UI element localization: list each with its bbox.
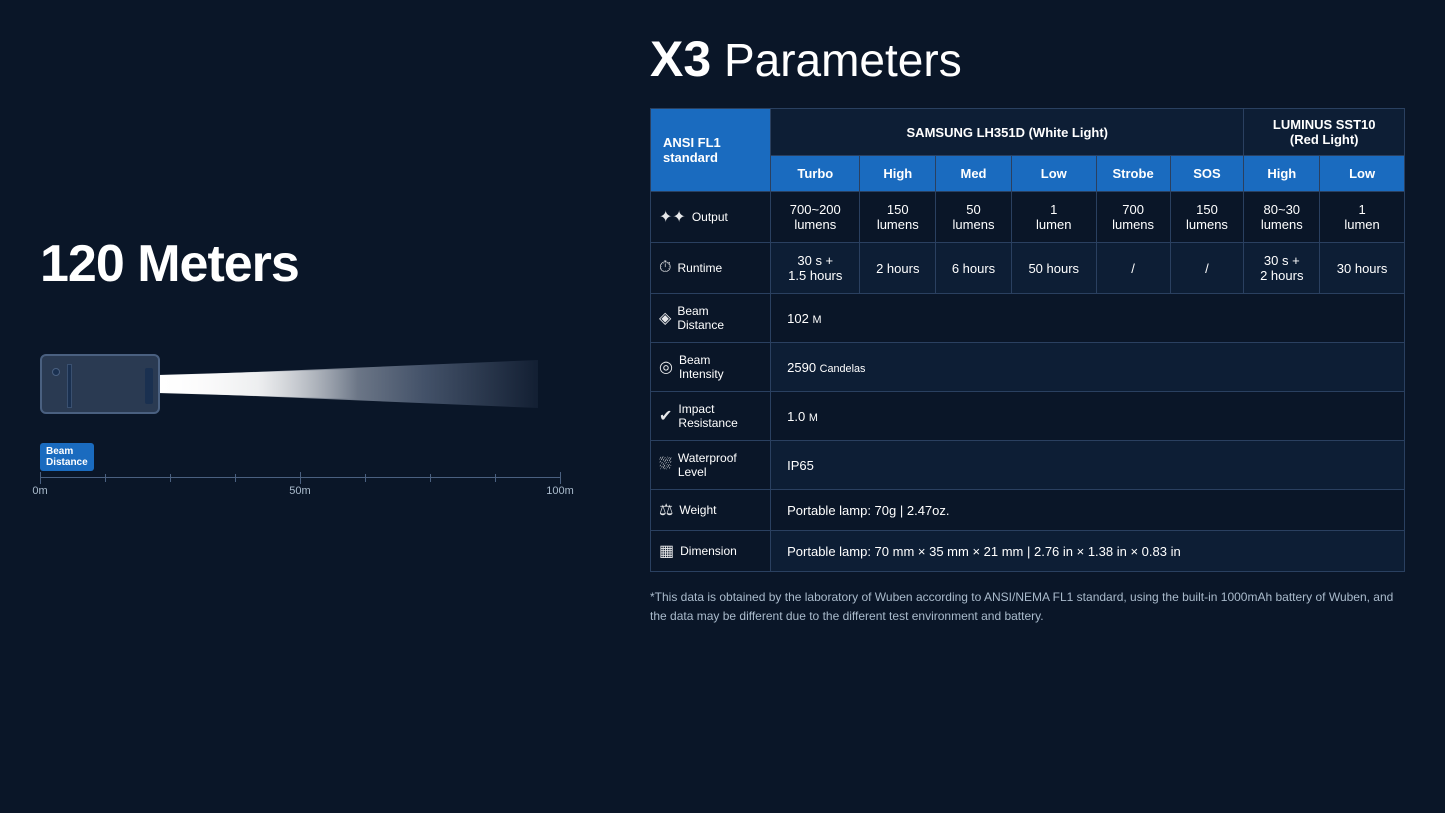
beam-distance-icon: ◈: [659, 308, 671, 328]
header-ansi: ANSI FL1standard: [651, 109, 771, 192]
right-panel: X3 Parameters ANSI FL1standard SAMSUNG L…: [620, 30, 1405, 783]
waterproof-icon: ⛆: [659, 456, 672, 474]
row-output: ✦✦ Output 700~200lumens 150lumens 50lume…: [651, 192, 1405, 243]
beam-core: [158, 354, 358, 414]
label-impact: ✔ ImpactResistance: [651, 392, 771, 441]
runtime-high-white: 2 hours: [860, 243, 936, 294]
beam-intensity-icon: ◎: [659, 357, 673, 377]
output-strobe: 700lumens: [1096, 192, 1170, 243]
runtime-low-red: 30 hours: [1320, 243, 1405, 294]
runtime-high-red: 30 s +2 hours: [1244, 243, 1320, 294]
mode-turbo: Turbo: [771, 156, 860, 192]
output-turbo: 700~200lumens: [771, 192, 860, 243]
mode-med: Med: [936, 156, 1012, 192]
output-low-red: 1lumen: [1320, 192, 1405, 243]
params-table: ANSI FL1standard SAMSUNG LH351D (White L…: [650, 108, 1405, 572]
beam-distance-label-text: BeamDistance: [677, 304, 724, 332]
beam-distance-tag: BeamDistance: [40, 443, 94, 471]
row-beam-intensity: ◎ BeamIntensity 2590 Candelas: [651, 343, 1405, 392]
label-weight: ⚖ Weight: [651, 490, 771, 531]
output-med: 50lumens: [936, 192, 1012, 243]
weight-icon: ⚖: [659, 500, 673, 520]
header-luminus: LUMINUS SST10(Red Light): [1244, 109, 1405, 156]
label-beam-distance: ◈ BeamDistance: [651, 294, 771, 343]
label-output: ✦✦ Output: [651, 192, 771, 243]
label-beam-intensity: ◎ BeamIntensity: [651, 343, 771, 392]
row-waterproof: ⛆ WaterproofLevel IP65: [651, 441, 1405, 490]
weight-label-text: Weight: [679, 503, 716, 517]
ruler-label-50: 50m: [289, 485, 310, 497]
mode-high-red: High: [1244, 156, 1320, 192]
dimension-icon: ▦: [659, 541, 674, 561]
flashlight-diagram: [40, 324, 560, 444]
output-icon: ✦✦: [659, 207, 686, 227]
beam-distance-heading: 120 Meters: [40, 234, 620, 294]
row-impact: ✔ ImpactResistance 1.0 M: [651, 392, 1405, 441]
row-beam-distance: ◈ BeamDistance 102 M: [651, 294, 1405, 343]
runtime-strobe: /: [1096, 243, 1170, 294]
left-panel: 120 Meters 0m 50m: [40, 30, 620, 783]
runtime-turbo: 30 s +1.5 hours: [771, 243, 860, 294]
mode-low-red: Low: [1320, 156, 1405, 192]
runtime-low-white: 50 hours: [1011, 243, 1096, 294]
impact-icon: ✔: [659, 406, 672, 426]
footnote: *This data is obtained by the laboratory…: [650, 588, 1405, 626]
output-high-white: 150lumens: [860, 192, 936, 243]
header-row-top: ANSI FL1standard SAMSUNG LH351D (White L…: [651, 109, 1405, 156]
runtime-label: Runtime: [677, 261, 722, 275]
weight-value: Portable lamp: 70g | 2.47oz.: [771, 490, 1405, 531]
waterproof-label-text: WaterproofLevel: [678, 451, 737, 479]
mode-sos: SOS: [1170, 156, 1244, 192]
row-dimension: ▦ Dimension Portable lamp: 70 mm × 35 mm…: [651, 531, 1405, 572]
dimension-label-text: Dimension: [680, 544, 737, 558]
impact-value: 1.0 M: [771, 392, 1405, 441]
output-sos: 150lumens: [1170, 192, 1244, 243]
model-name: X3: [650, 31, 711, 87]
flashlight-body: [40, 354, 160, 414]
ruler-label-0: 0m: [32, 485, 47, 497]
beam-distance-value: 102 M: [771, 294, 1405, 343]
label-runtime: ⏱ Runtime: [651, 243, 771, 294]
mode-high-white: High: [860, 156, 936, 192]
mode-strobe: Strobe: [1096, 156, 1170, 192]
waterproof-value: IP65: [771, 441, 1405, 490]
ruler-label-100: 100m: [546, 485, 574, 497]
row-weight: ⚖ Weight Portable lamp: 70g | 2.47oz.: [651, 490, 1405, 531]
impact-label-text: ImpactResistance: [678, 402, 737, 430]
beam-intensity-value: 2590 Candelas: [771, 343, 1405, 392]
output-label: Output: [692, 210, 728, 224]
dimension-value: Portable lamp: 70 mm × 35 mm × 21 mm | 2…: [771, 531, 1405, 572]
ruler: 0m 50m 100m BeamDistance: [40, 469, 560, 499]
label-waterproof: ⛆ WaterproofLevel: [651, 441, 771, 490]
output-low-white: 1lumen: [1011, 192, 1096, 243]
row-runtime: ⏱ Runtime 30 s +1.5 hours 2 hours 6 hour…: [651, 243, 1405, 294]
output-high-red: 80~30lumens: [1244, 192, 1320, 243]
page-title: X3 Parameters: [650, 30, 1405, 88]
runtime-icon: ⏱: [659, 259, 671, 277]
beam-intensity-label-text: BeamIntensity: [679, 353, 724, 381]
mode-low-white: Low: [1011, 156, 1096, 192]
label-dimension: ▦ Dimension: [651, 531, 771, 572]
header-samsung: SAMSUNG LH351D (White Light): [771, 109, 1244, 156]
runtime-med: 6 hours: [936, 243, 1012, 294]
runtime-sos: /: [1170, 243, 1244, 294]
